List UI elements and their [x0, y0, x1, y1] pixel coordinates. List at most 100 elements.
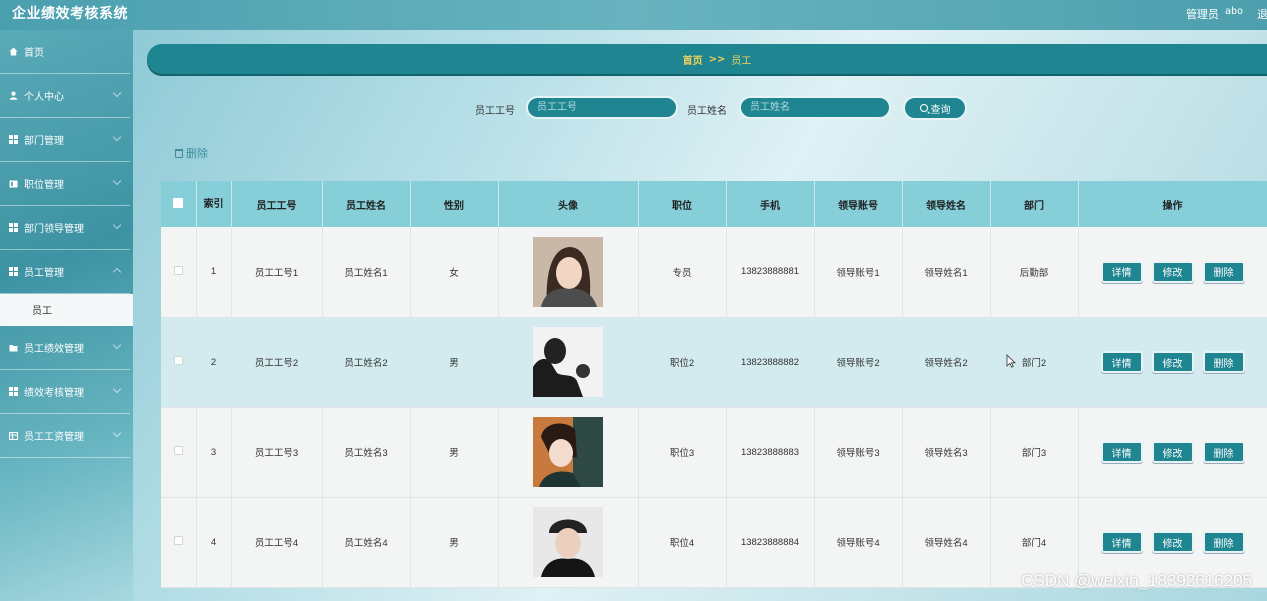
- cell-leader-account: 领导账号3: [814, 407, 903, 498]
- sidebar-item-assessment-management[interactable]: 绩效考核管理: [0, 370, 130, 414]
- sidebar-item-home[interactable]: 首页: [0, 30, 130, 74]
- cell-emp-no: 员工工号1: [231, 227, 323, 318]
- table-header-row: 索引 员工工号 员工姓名 性别 头像 职位 手机 领导账号 领导姓名 部门 操作: [161, 181, 1267, 227]
- detail-button[interactable]: 详情: [1100, 441, 1143, 463]
- cell-actions: 详情 修改 删除: [1078, 317, 1267, 408]
- trash-icon: [175, 148, 183, 158]
- user-role: 管理员: [1185, 8, 1219, 21]
- emp-name-input[interactable]: [739, 96, 891, 119]
- cell-dept: 后勤部: [990, 227, 1079, 318]
- sidebar-subitem-employee[interactable]: 员工: [0, 294, 133, 326]
- delete-button[interactable]: 删除: [1202, 351, 1245, 373]
- sidebar-item-employee-management[interactable]: 员工管理: [0, 250, 130, 294]
- cell-leader-name: 领导姓名2: [902, 317, 991, 408]
- grid-icon: [8, 387, 18, 397]
- home-icon: [8, 47, 18, 57]
- cell-phone: 13823888883: [726, 407, 815, 498]
- cell-position: 职位2: [638, 317, 727, 408]
- detail-button[interactable]: 详情: [1100, 351, 1143, 373]
- search-button[interactable]: 查询: [903, 96, 967, 120]
- search-button-label: 查询: [930, 104, 951, 116]
- avatar: [533, 507, 603, 577]
- mouse-cursor-icon: [1006, 354, 1016, 368]
- sidebar-item-label: 部门管理: [24, 136, 64, 147]
- cell-position: 职位3: [638, 407, 727, 498]
- select-all-cell[interactable]: [161, 181, 197, 227]
- row-checkbox[interactable]: [173, 265, 183, 275]
- cell-index: 1: [196, 227, 232, 318]
- cell-gender: 男: [410, 407, 499, 498]
- cell-gender: 男: [410, 497, 499, 588]
- delete-button[interactable]: 删除: [1202, 260, 1245, 283]
- column-header: 操作: [1078, 181, 1267, 227]
- column-header: 手机: [726, 181, 815, 227]
- cell-emp-no: 员工工号4: [231, 497, 323, 588]
- column-header: 性别: [410, 181, 499, 227]
- table-row: 2 员工工号2 员工姓名2 男 职位2 13823888882 领导账号2 领导…: [161, 317, 1267, 408]
- sidebar-item-personal-center[interactable]: 个人中心: [0, 74, 130, 118]
- column-header: 领导姓名: [902, 181, 991, 227]
- user-area: 管理员 abo 退出: [1186, 6, 1267, 22]
- sidebar-item-label: 个人中心: [24, 92, 64, 103]
- cell-gender: 女: [410, 227, 499, 318]
- sidebar-item-label: 员工管理: [24, 268, 64, 279]
- delete-button[interactable]: 删除: [1202, 441, 1245, 463]
- column-header: 职位: [638, 181, 727, 227]
- table-icon: [8, 431, 18, 441]
- logout-link[interactable]: 退出: [1257, 6, 1267, 22]
- emp-no-input[interactable]: [526, 96, 678, 119]
- edit-button[interactable]: 修改: [1151, 260, 1194, 283]
- cell-phone: 13823888882: [726, 317, 815, 408]
- row-checkbox[interactable]: [173, 536, 183, 545]
- detail-button[interactable]: 详情: [1100, 531, 1143, 553]
- breadcrumb-current: 员工: [731, 55, 752, 67]
- watermark: CSDN @weixin_18392616205: [1021, 571, 1252, 590]
- cell-leader-account: 领导账号4: [814, 497, 903, 588]
- batch-delete-button[interactable]: 删除: [175, 145, 208, 161]
- sidebar-item-salary-management[interactable]: 员工工资管理: [0, 414, 130, 458]
- search-icon: [919, 104, 928, 112]
- cell-position: 职位4: [638, 497, 727, 588]
- cell-dept: 部门3: [990, 407, 1079, 498]
- cell-leader-account: 领导账号1: [814, 227, 903, 318]
- emp-name-label: 员工姓名: [687, 106, 727, 117]
- card-icon: [8, 179, 18, 189]
- sidebar-item-dept-management[interactable]: 部门管理: [0, 118, 130, 162]
- grid-icon: [8, 223, 18, 233]
- cell-dept: 部门2: [990, 317, 1079, 408]
- chevron-down-icon: [112, 132, 122, 142]
- row-checkbox[interactable]: [173, 446, 183, 455]
- column-header: 员工工号: [231, 181, 323, 227]
- row-checkbox[interactable]: [173, 356, 183, 365]
- sidebar: 首页 个人中心 部门管理 职位管理 部门领导管理 员工管理 员工 员工绩效管理: [0, 30, 133, 601]
- breadcrumb-separator: >>: [708, 53, 726, 65]
- edit-button[interactable]: 修改: [1151, 531, 1194, 553]
- cell-leader-account: 领导账号2: [814, 317, 903, 408]
- column-header: 头像: [498, 181, 639, 227]
- cell-index: 2: [196, 317, 232, 408]
- chevron-down-icon: [112, 88, 122, 98]
- edit-button[interactable]: 修改: [1151, 441, 1194, 463]
- chevron-down-icon: [112, 176, 122, 186]
- sidebar-item-position-management[interactable]: 职位管理: [0, 162, 130, 206]
- cell-name: 员工姓名2: [322, 317, 411, 408]
- table-row: 1 员工工号1 员工姓名1 女 专员 13823888881 领导账号1 领导姓…: [161, 227, 1267, 318]
- sidebar-item-performance-management[interactable]: 员工绩效管理: [0, 326, 130, 370]
- top-bar: 企业绩效考核系统 管理员 abo 退出: [0, 0, 1267, 30]
- sidebar-item-dept-leader-management[interactable]: 部门领导管理: [0, 206, 130, 250]
- delete-button[interactable]: 删除: [1202, 531, 1245, 553]
- cell-phone: 13823888881: [726, 227, 815, 318]
- detail-button[interactable]: 详情: [1100, 260, 1143, 283]
- cell-name: 员工姓名3: [322, 407, 411, 498]
- avatar: [533, 327, 603, 397]
- sidebar-item-label: 首页: [24, 48, 44, 59]
- edit-button[interactable]: 修改: [1151, 351, 1194, 373]
- grid-icon: [8, 135, 18, 145]
- emp-no-label: 员工工号: [475, 106, 515, 117]
- select-all-checkbox[interactable]: [173, 197, 184, 208]
- chevron-down-icon: [112, 428, 122, 438]
- breadcrumb-home[interactable]: 首页: [683, 52, 703, 67]
- grid-icon: [8, 267, 18, 277]
- column-header: 部门: [990, 181, 1079, 227]
- cell-leader-name: 领导姓名4: [902, 497, 991, 588]
